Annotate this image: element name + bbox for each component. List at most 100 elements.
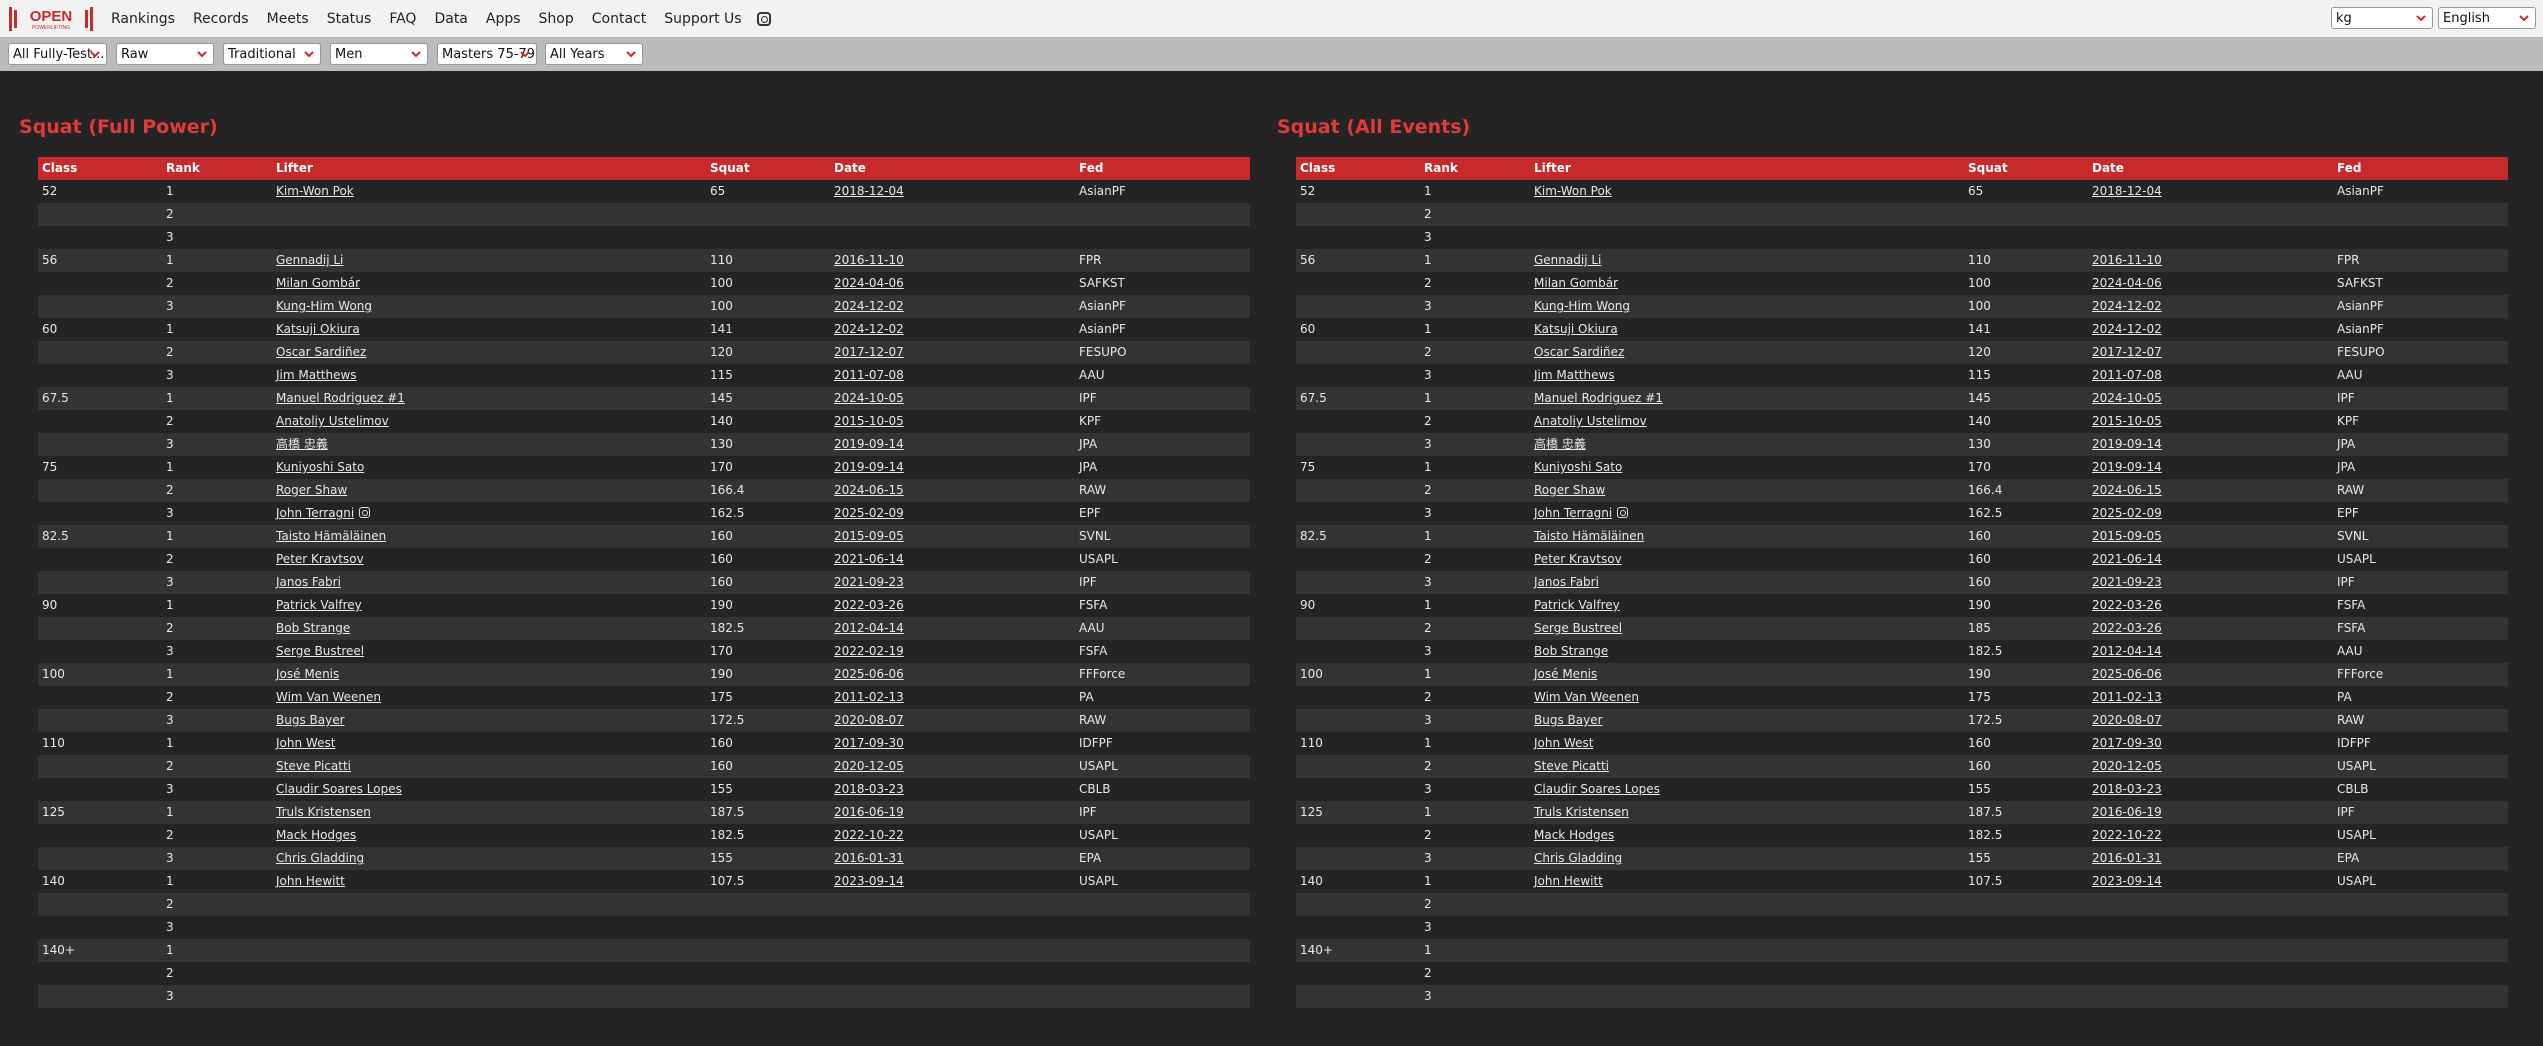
- cell-lifter[interactable]: Patrick Valfrey: [272, 594, 706, 617]
- cell-lifter[interactable]: Milan Gombár: [272, 272, 706, 295]
- instagram-icon[interactable]: [756, 11, 771, 26]
- nav-contact[interactable]: Contact: [592, 11, 646, 27]
- date-text[interactable]: 2024-10-05: [2092, 391, 2162, 405]
- cell-date[interactable]: 2024-12-02: [830, 318, 1075, 341]
- date-text[interactable]: 2019-09-14: [2092, 460, 2162, 474]
- date-text[interactable]: 2011-07-08: [2092, 368, 2162, 382]
- lifter-text[interactable]: Gennadij Li: [276, 253, 343, 267]
- cell-date[interactable]: 2011-07-08: [2088, 364, 2333, 387]
- lifter-text[interactable]: John West: [276, 736, 335, 750]
- cell-lifter[interactable]: Jim Matthews: [1530, 364, 1964, 387]
- date-text[interactable]: 2021-06-14: [834, 552, 904, 566]
- date-text[interactable]: 2015-09-05: [2092, 529, 2162, 543]
- lifter-text[interactable]: Roger Shaw: [1534, 483, 1605, 497]
- lifter-text[interactable]: 高橋 忠義: [1534, 437, 1586, 451]
- cell-lifter[interactable]: John West: [272, 732, 706, 755]
- cell-date[interactable]: 2016-01-31: [2088, 847, 2333, 870]
- cell-date[interactable]: 2019-09-14: [830, 433, 1075, 456]
- lifter-text[interactable]: Steve Picatti: [1534, 759, 1609, 773]
- date-text[interactable]: 2017-09-30: [834, 736, 904, 750]
- lifter-text[interactable]: Wim Van Weenen: [1534, 690, 1639, 704]
- ruleset-select[interactable]: Traditional: [223, 43, 321, 65]
- date-text[interactable]: 2020-12-05: [834, 759, 904, 773]
- lifter-text[interactable]: Jim Matthews: [276, 368, 357, 382]
- date-text[interactable]: 2023-09-14: [2092, 874, 2162, 888]
- cell-date[interactable]: 2019-09-14: [830, 456, 1075, 479]
- cell-date[interactable]: 2024-12-02: [2088, 318, 2333, 341]
- cell-lifter[interactable]: 高橋 忠義: [272, 433, 706, 456]
- cell-lifter[interactable]: Janos Fabri: [272, 571, 706, 594]
- cell-lifter[interactable]: Steve Picatti: [1530, 755, 1964, 778]
- lifter-text[interactable]: Gennadij Li: [1534, 253, 1601, 267]
- lifter-text[interactable]: Patrick Valfrey: [276, 598, 362, 612]
- lifter-text[interactable]: 高橋 忠義: [276, 437, 328, 451]
- cell-date[interactable]: 2023-09-14: [830, 870, 1075, 893]
- date-text[interactable]: 2021-06-14: [2092, 552, 2162, 566]
- cell-date[interactable]: 2020-08-07: [830, 709, 1075, 732]
- lifter-text[interactable]: John Hewitt: [276, 874, 345, 888]
- cell-date[interactable]: 2025-06-06: [830, 663, 1075, 686]
- cell-lifter[interactable]: Kung-Him Wong: [1530, 295, 1964, 318]
- lifter-text[interactable]: Oscar Sardiñez: [276, 345, 366, 359]
- openpowerlifting-logo[interactable]: OPEN POWERLIFTING: [8, 4, 94, 34]
- cell-lifter[interactable]: Manuel Rodriguez #1: [1530, 387, 1964, 410]
- lifter-text[interactable]: Anatoliy Ustelimov: [276, 414, 389, 428]
- date-text[interactable]: 2015-09-05: [834, 529, 904, 543]
- cell-date[interactable]: 2025-06-06: [2088, 663, 2333, 686]
- date-text[interactable]: 2022-03-26: [834, 598, 904, 612]
- cell-lifter[interactable]: Gennadij Li: [1530, 249, 1964, 272]
- lifter-text[interactable]: Patrick Valfrey: [1534, 598, 1620, 612]
- date-text[interactable]: 2024-10-05: [834, 391, 904, 405]
- date-text[interactable]: 2011-07-08: [834, 368, 904, 382]
- lifter-text[interactable]: Truls Kristensen: [276, 805, 371, 819]
- lifter-text[interactable]: Anatoliy Ustelimov: [1534, 414, 1647, 428]
- instagram-icon[interactable]: [359, 507, 371, 518]
- cell-date[interactable]: 2015-10-05: [2088, 410, 2333, 433]
- lifter-text[interactable]: John Hewitt: [1534, 874, 1603, 888]
- cell-date[interactable]: 2018-12-04: [2088, 180, 2333, 203]
- date-text[interactable]: 2021-09-23: [2092, 575, 2162, 589]
- nav-apps[interactable]: Apps: [486, 11, 521, 27]
- cell-lifter[interactable]: Wim Van Weenen: [272, 686, 706, 709]
- cell-date[interactable]: 2024-04-06: [2088, 272, 2333, 295]
- cell-lifter[interactable]: 高橋 忠義: [1530, 433, 1964, 456]
- lifter-text[interactable]: John Terragni: [276, 506, 354, 520]
- cell-lifter[interactable]: Truls Kristensen: [272, 801, 706, 824]
- cell-lifter[interactable]: Kim-Won Pok: [272, 180, 706, 203]
- lifter-text[interactable]: José Menis: [276, 667, 339, 681]
- date-text[interactable]: 2020-12-05: [2092, 759, 2162, 773]
- cell-lifter[interactable]: Anatoliy Ustelimov: [272, 410, 706, 433]
- date-text[interactable]: 2020-08-07: [2092, 713, 2162, 727]
- lifter-text[interactable]: Truls Kristensen: [1534, 805, 1629, 819]
- date-text[interactable]: 2018-12-04: [834, 184, 904, 198]
- cell-lifter[interactable]: Mack Hodges: [272, 824, 706, 847]
- cell-date[interactable]: 2017-09-30: [2088, 732, 2333, 755]
- date-text[interactable]: 2017-12-07: [2092, 345, 2162, 359]
- lifter-text[interactable]: Kuniyoshi Sato: [276, 460, 364, 474]
- date-text[interactable]: 2016-06-19: [834, 805, 904, 819]
- cell-lifter[interactable]: Taisto Hämäläinen: [272, 525, 706, 548]
- cell-date[interactable]: 2018-03-23: [830, 778, 1075, 801]
- date-text[interactable]: 2025-02-09: [834, 506, 904, 520]
- lifter-text[interactable]: Claudir Soares Lopes: [1534, 782, 1660, 796]
- lifter-text[interactable]: Oscar Sardiñez: [1534, 345, 1624, 359]
- cell-lifter[interactable]: Milan Gombár: [1530, 272, 1964, 295]
- lifter-text[interactable]: Claudir Soares Lopes: [276, 782, 402, 796]
- date-text[interactable]: 2025-06-06: [834, 667, 904, 681]
- cell-lifter[interactable]: John Terragni: [272, 502, 706, 525]
- lifter-text[interactable]: Bugs Bayer: [1534, 713, 1603, 727]
- date-text[interactable]: 2018-12-04: [2092, 184, 2162, 198]
- cell-date[interactable]: 2019-09-14: [2088, 433, 2333, 456]
- date-text[interactable]: 2017-12-07: [834, 345, 904, 359]
- equipment-select[interactable]: Raw: [116, 43, 214, 65]
- lifter-text[interactable]: Chris Gladding: [1534, 851, 1622, 865]
- date-text[interactable]: 2016-01-31: [2092, 851, 2162, 865]
- cell-lifter[interactable]: Gennadij Li: [272, 249, 706, 272]
- cell-date[interactable]: 2018-12-04: [830, 180, 1075, 203]
- date-text[interactable]: 2024-06-15: [834, 483, 904, 497]
- cell-lifter[interactable]: Kung-Him Wong: [272, 295, 706, 318]
- cell-lifter[interactable]: John West: [1530, 732, 1964, 755]
- nav-status[interactable]: Status: [327, 11, 372, 27]
- cell-date[interactable]: 2021-06-14: [2088, 548, 2333, 571]
- cell-lifter[interactable]: Steve Picatti: [272, 755, 706, 778]
